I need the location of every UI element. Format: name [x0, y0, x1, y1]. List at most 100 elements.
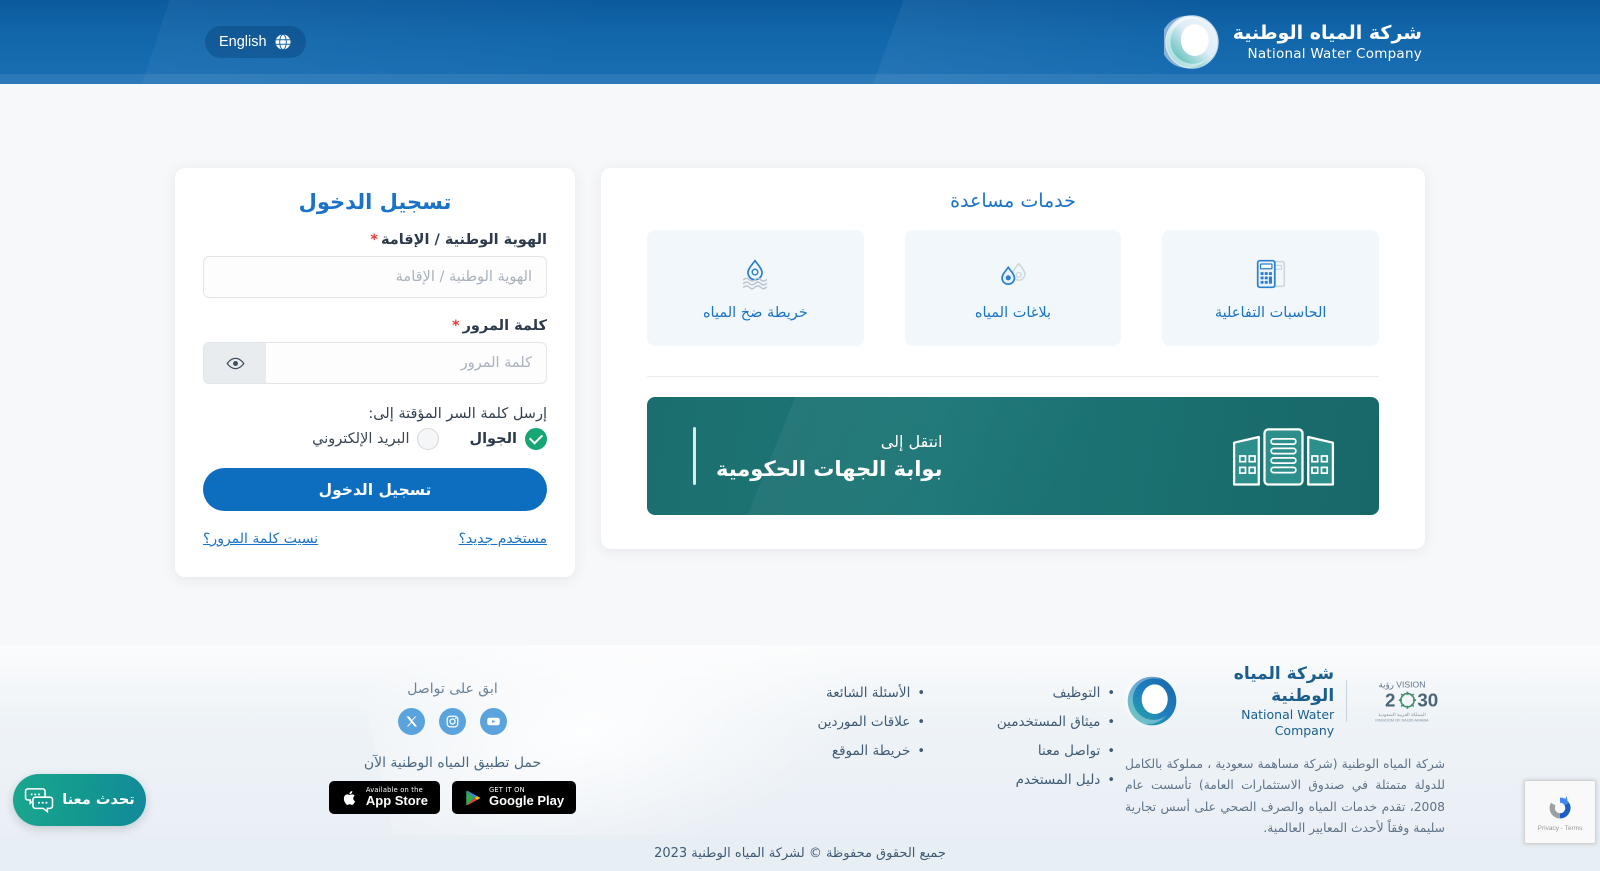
footer-link-label: ميثاق المستخدمين	[996, 714, 1101, 730]
footer-link-contact-us[interactable]: • تواصل معنا	[925, 743, 1115, 759]
main-content: خدمات مساعدة الحاسبات التفاعلية بلاغات ا…	[0, 84, 1600, 645]
footer-link-sitemap[interactable]: • خريطة الموقع	[750, 743, 925, 759]
header-brand: شركة المياه الوطنية National Water Compa…	[1160, 14, 1422, 70]
service-tile-label: الحاسبات التفاعلية	[1214, 305, 1327, 321]
recaptcha-legal-text: Privacy - Terms	[1537, 824, 1583, 832]
help-services-title: خدمات مساعدة	[950, 190, 1076, 212]
google-play-icon	[466, 790, 480, 805]
eye-icon	[226, 354, 245, 373]
header-brand-english: National Water Company	[1247, 45, 1422, 62]
bullet-icon: •	[1107, 685, 1115, 701]
password-field-group	[203, 342, 547, 384]
bullet-icon: •	[1107, 743, 1115, 759]
service-tile-label: بلاغات المياه	[974, 305, 1052, 321]
copyright-bar: جميع الحقوق محفوظة © لشركة المياه الوطني…	[0, 835, 1600, 871]
banner-accent-bar	[693, 427, 696, 485]
store-badge-big: Google Play	[488, 793, 565, 809]
login-card: تسجيل الدخول الهوية الوطنية / الإقامة* ك…	[175, 168, 575, 577]
footer-link-label: دليل المستخدم	[1015, 772, 1101, 788]
language-switch-button[interactable]: English	[205, 26, 306, 58]
footer-link-user-charter[interactable]: • ميثاق المستخدمين	[925, 714, 1115, 730]
footer-link-label: الأسئلة الشائعة	[825, 685, 911, 701]
footer-link-employment[interactable]: • التوظيف	[925, 685, 1115, 701]
otp-destination-options: الجوال البريد الإلكتروني	[203, 428, 547, 450]
chat-with-us-label: تحدث معنا	[62, 792, 135, 808]
service-tile-label: خريطة ضخ المياه	[702, 305, 808, 321]
required-asterisk: *	[370, 232, 378, 248]
youtube-link[interactable]	[480, 708, 507, 735]
service-tile-calculators[interactable]: الحاسبات التفاعلية	[1162, 230, 1379, 346]
footer-link-label: علاقات الموردين	[817, 714, 911, 730]
otp-option-mobile[interactable]: الجوال	[469, 428, 547, 450]
password-label-text: كلمة المرور	[462, 318, 547, 334]
banner-line-2: بوابة الجهات الحكومية	[716, 456, 943, 481]
national-id-label: الهوية الوطنية / الإقامة*	[203, 232, 547, 248]
national-id-input[interactable]	[203, 256, 547, 298]
required-asterisk: *	[451, 318, 460, 334]
services-divider	[647, 376, 1379, 377]
footer-links-column-2: • الأسئلة الشائعة • علاقات الموردين • خر…	[750, 663, 925, 835]
bullet-icon: •	[1107, 714, 1115, 730]
password-input[interactable]	[266, 343, 546, 383]
login-title: تسجيل الدخول	[298, 190, 452, 214]
footer-link-supplier-relations[interactable]: • علاقات الموردين	[750, 714, 925, 730]
footer-brand-column: شركة المياه الوطنية National Water Compa…	[1115, 663, 1445, 835]
download-app-title: حمل تطبيق المياه الوطنية الآن	[363, 755, 542, 771]
instagram-link[interactable]	[439, 708, 466, 735]
service-tile-pump-map[interactable]: خريطة ضخ المياه	[646, 230, 864, 346]
service-tile-water-reports[interactable]: بلاغات المياه	[904, 230, 1122, 346]
otp-option-email[interactable]: البريد الإلكتروني	[312, 428, 440, 450]
svg-text:2: 2	[1385, 690, 1395, 711]
x-twitter-link[interactable]	[398, 708, 425, 735]
header-brand-text: شركة المياه الوطنية National Water Compa…	[1233, 21, 1422, 63]
nwc-logo-icon	[1160, 14, 1220, 70]
google-play-badge[interactable]: GET IT ON Google Play	[451, 781, 577, 814]
otp-option-label: البريد الإلكتروني	[312, 431, 410, 447]
otp-option-label: الجوال	[469, 431, 517, 447]
government-portal-banner[interactable]: انتقل إلى بوابة الجهات الحكومية	[647, 397, 1379, 515]
svg-text:30: 30	[1417, 690, 1438, 711]
national-id-label-text: الهوية الوطنية / الإقامة	[380, 232, 547, 248]
svg-text:KINGDOM OF SAUDI ARABIA: KINGDOM OF SAUDI ARABIA	[1375, 718, 1429, 723]
forgot-password-link[interactable]: نسيت كلمة المرور؟	[203, 531, 318, 547]
footer-logos: شركة المياه الوطنية National Water Compa…	[1123, 663, 1445, 740]
radio-selected-icon	[525, 428, 547, 450]
footer-links-column-1: • التوظيف • ميثاق المستخدمين • تواصل معن…	[925, 663, 1115, 835]
header-brand-arabic: شركة المياه الوطنية	[1232, 22, 1422, 45]
store-badge-big: App Store	[365, 793, 428, 809]
help-services-card: خدمات مساعدة الحاسبات التفاعلية بلاغات ا…	[601, 168, 1425, 549]
nwc-logo-icon	[1123, 674, 1179, 728]
chat-with-us-button[interactable]: تحدث معنا	[13, 774, 146, 826]
footer-logo-separator	[1346, 680, 1347, 723]
footer-company-description: شركة المياه الوطنية (شركة مساهمة سعودية …	[1125, 756, 1445, 835]
toggle-password-visibility-button[interactable]	[204, 343, 266, 383]
bullet-icon: •	[917, 743, 925, 759]
radio-unselected-icon	[417, 428, 440, 450]
header-bottom-strip	[0, 74, 1600, 84]
bullet-icon: •	[1107, 772, 1115, 788]
footer-link-label: التوظيف	[1052, 685, 1101, 701]
recaptcha-icon	[1549, 795, 1571, 818]
language-switch-label: English	[219, 34, 267, 50]
login-submit-button[interactable]: تسجيل الدخول	[203, 468, 547, 511]
vision-2030-logo: VISION رؤية 2 30 المملكة العربية السعودي…	[1359, 677, 1445, 725]
copyright-text: جميع الحقوق محفوظة © لشركة المياه الوطني…	[654, 845, 946, 861]
login-links: مستخدم جديد؟ نسيت كلمة المرور؟	[203, 531, 547, 547]
recaptcha-badge[interactable]: Privacy - Terms	[1524, 780, 1596, 844]
footer-link-user-guide[interactable]: • دليل المستخدم	[925, 772, 1115, 788]
stay-connected-title: ابق على تواصل	[407, 681, 498, 697]
app-store-badge[interactable]: Available on the App Store	[328, 781, 440, 814]
footer-link-label: خريطة الموقع	[831, 743, 911, 759]
otp-destination-label: إرسل كلمة السر المؤقتة إلى:	[368, 406, 547, 422]
government-buildings-icon	[1216, 418, 1351, 494]
instagram-icon	[446, 715, 459, 728]
new-user-link[interactable]: مستخدم جديد؟	[459, 531, 547, 547]
chat-bubbles-icon	[24, 787, 54, 814]
banner-line-1: انتقل إلى	[880, 431, 943, 451]
service-tiles: الحاسبات التفاعلية بلاغات المياه خريطة ض…	[646, 230, 1379, 346]
bullet-icon: •	[917, 714, 925, 730]
page-header: English شركة المياه الوطنية National Wat…	[0, 0, 1600, 84]
footer-brand-arabic: شركة المياه الوطنية	[1233, 664, 1335, 707]
footer-link-faq[interactable]: • الأسئلة الشائعة	[750, 685, 925, 701]
globe-icon	[274, 33, 292, 51]
